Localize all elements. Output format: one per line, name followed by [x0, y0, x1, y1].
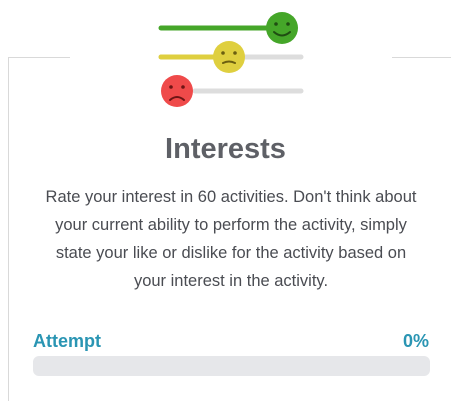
- card-border: [8, 57, 9, 401]
- card-border: [392, 57, 451, 58]
- card-title: Interests: [165, 133, 286, 165]
- progress-value: 0%: [402, 331, 429, 351]
- progress-bar: [33, 356, 430, 376]
- sad-face-icon: [161, 75, 193, 107]
- sad-row: [161, 75, 304, 107]
- happy-face-icon: [266, 12, 298, 44]
- neutral-row: [158, 41, 304, 73]
- card-description: Rate your interest in 60 activities. Don…: [45, 188, 417, 290]
- neutral-face-icon: [213, 41, 245, 73]
- card-border: [8, 57, 70, 58]
- interest-rating-graphic: [155, 8, 307, 112]
- happy-row: [158, 12, 298, 44]
- progress-label: Attempt: [33, 331, 101, 351]
